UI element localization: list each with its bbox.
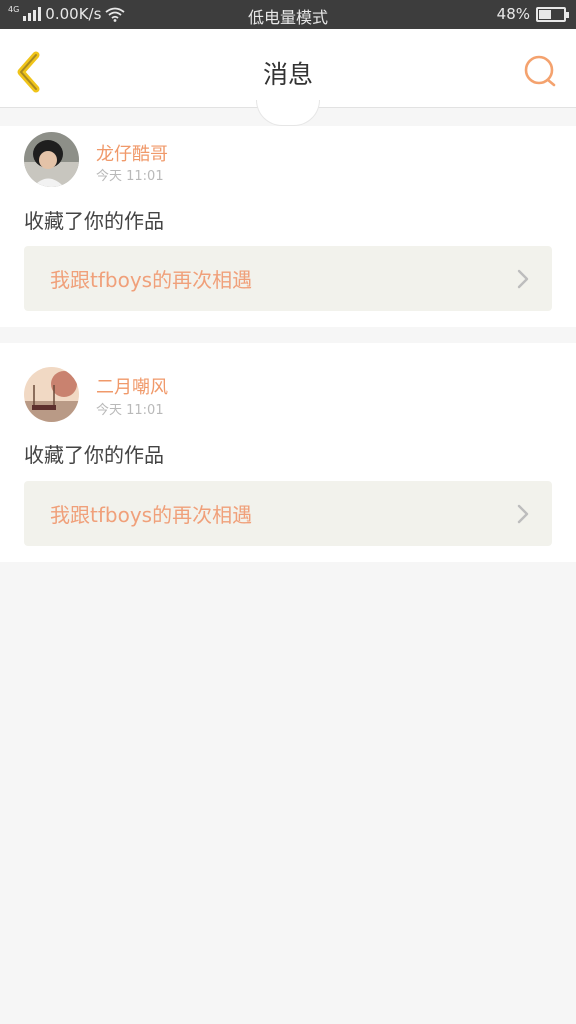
timestamp: 今天 11:01 (96, 403, 164, 418)
work-title: 我跟tfboys的再次相遇 (50, 503, 253, 527)
avatar[interactable] (24, 132, 79, 187)
power-mode-label: 低电量模式 (247, 8, 328, 27)
notification-card: 二月嘲风 今天 11:01 收藏了你的作品 我跟tfboys的再次相遇 (0, 343, 576, 562)
notification-message: 收藏了你的作品 (24, 443, 164, 467)
chevron-right-icon (517, 269, 529, 289)
pull-refresh-tab[interactable] (256, 100, 320, 126)
username[interactable]: 龙仔酷哥 (96, 140, 168, 166)
page-title: 消息 (262, 60, 313, 89)
notification-message: 收藏了你的作品 (24, 209, 164, 233)
status-bar: 4G 0.00K/s 低电量模式 48% (0, 0, 576, 29)
app-header: 消息 (0, 29, 576, 108)
battery-icon (536, 6, 569, 22)
username[interactable]: 二月嘲风 (96, 373, 168, 399)
timestamp: 今天 11:01 (96, 169, 164, 184)
work-link[interactable]: 我跟tfboys的再次相遇 (24, 481, 552, 546)
avatar[interactable] (24, 367, 79, 422)
notification-card: 龙仔酷哥 今天 11:01 收藏了你的作品 我跟tfboys的再次相遇 (0, 126, 576, 327)
status-right: 48% (496, 5, 569, 23)
battery-percent: 48% (496, 5, 530, 23)
chevron-right-icon (517, 504, 529, 524)
work-link[interactable]: 我跟tfboys的再次相遇 (24, 246, 552, 311)
search-icon[interactable] (522, 53, 558, 89)
work-title: 我跟tfboys的再次相遇 (50, 268, 253, 292)
